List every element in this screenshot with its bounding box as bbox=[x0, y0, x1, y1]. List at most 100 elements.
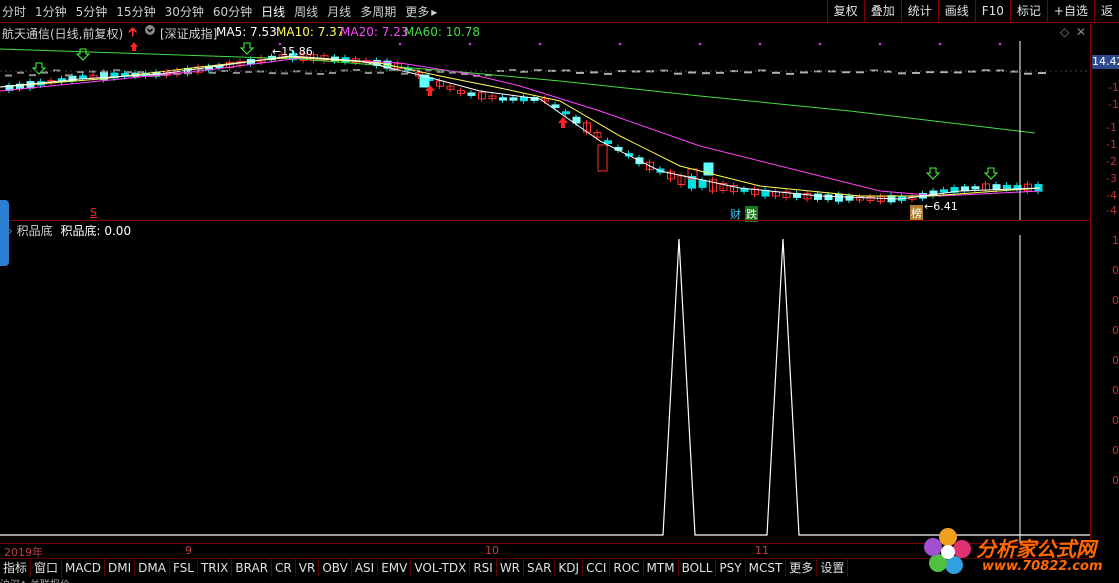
indicator-tab-0[interactable]: 指标 bbox=[0, 559, 32, 577]
candle bbox=[597, 144, 608, 172]
period-tab-weekly[interactable]: 周线 bbox=[294, 3, 318, 20]
candle bbox=[572, 116, 581, 124]
index-overlay-bar bbox=[856, 71, 864, 74]
date-label: 9 bbox=[185, 544, 192, 557]
period-tab-5min[interactable]: 5分钟 bbox=[76, 3, 108, 20]
indicator-tab-24[interactable]: 更多 bbox=[786, 559, 818, 577]
indicator-tab-17[interactable]: KDJ bbox=[555, 559, 584, 577]
index-overlay-bar bbox=[688, 71, 696, 74]
candle bbox=[971, 186, 980, 190]
indicator-tab-12[interactable]: EMV bbox=[378, 559, 412, 577]
indicator-tab-19[interactable]: ROC bbox=[610, 559, 644, 577]
toolbar-actions: 复权 叠加 统计 画线 F10 标记 +自选 返 bbox=[826, 0, 1119, 22]
indicator-tab-2[interactable]: MACD bbox=[62, 559, 106, 577]
period-tab-monthly[interactable]: 月线 bbox=[327, 3, 351, 20]
period-tab-30min[interactable]: 30分钟 bbox=[165, 3, 204, 20]
index-overlay-bar bbox=[17, 71, 24, 74]
sell-arrow-icon bbox=[925, 167, 941, 180]
overlay-button[interactable]: 叠加 bbox=[863, 0, 901, 22]
candle bbox=[824, 194, 833, 201]
indicator-tab-23[interactable]: MCST bbox=[746, 559, 787, 577]
period-tabs: 分时 1分钟 5分钟 15分钟 30分钟 60分钟 日线 周线 月线 多周期 更… bbox=[2, 0, 446, 22]
indicator-tab-3[interactable]: DMI bbox=[105, 559, 136, 577]
indicator-tab-10[interactable]: OBV bbox=[319, 559, 352, 577]
index-overlay-bar bbox=[5, 74, 12, 77]
marker-dot bbox=[818, 42, 822, 46]
marker-dot bbox=[698, 42, 702, 46]
sell-arrow-icon bbox=[75, 48, 91, 61]
index-overlay-bar bbox=[1024, 72, 1032, 75]
indicator-tab-13[interactable]: VOL-TDX bbox=[411, 559, 471, 577]
indicator-tab-9[interactable]: VR bbox=[296, 559, 320, 577]
add-watchlist-button[interactable]: +自选 bbox=[1046, 0, 1094, 22]
period-tab-fenshi[interactable]: 分时 bbox=[2, 3, 26, 20]
dropdown-circle-icon[interactable] bbox=[144, 24, 156, 39]
indicator-tab-14[interactable]: RSI bbox=[470, 559, 497, 577]
indicator-tab-16[interactable]: SAR bbox=[524, 559, 556, 577]
draw-line-button[interactable]: 画线 bbox=[937, 0, 975, 22]
candlestick-chart[interactable] bbox=[0, 41, 1090, 220]
candle bbox=[551, 104, 560, 108]
indicator-chart[interactable] bbox=[0, 221, 1090, 543]
ma60-label: MA60: 10.78 bbox=[404, 25, 481, 39]
index-overlay-bar bbox=[1038, 72, 1046, 75]
date-label: 11 bbox=[755, 544, 769, 557]
ma5-label: MA5: 7.53 bbox=[216, 25, 277, 39]
indicator-tab-11[interactable]: ASI bbox=[352, 559, 379, 577]
fuquan-button[interactable]: 复权 bbox=[826, 0, 864, 22]
index-overlay-bar bbox=[772, 71, 780, 74]
indicator-axis-tick: 0 bbox=[1112, 324, 1119, 337]
buy-arrow-icon bbox=[558, 117, 568, 128]
index-name[interactable]: [深证成指] bbox=[160, 25, 217, 42]
indicator-tab-4[interactable]: DMA bbox=[135, 559, 170, 577]
indicator-tab-7[interactable]: BRAR bbox=[232, 559, 273, 577]
indicator-tab-1[interactable]: 窗口 bbox=[31, 559, 63, 577]
marker-dot bbox=[618, 42, 622, 46]
period-tab-multi[interactable]: 多周期 bbox=[360, 3, 396, 20]
indicator-tab-25[interactable]: 设置 bbox=[817, 559, 849, 577]
candle bbox=[940, 189, 948, 193]
price-axis-tick: -1 bbox=[1106, 121, 1117, 134]
index-overlay-bar bbox=[786, 72, 794, 75]
close-icon[interactable]: ✕ bbox=[1076, 25, 1086, 39]
candle bbox=[467, 92, 476, 96]
indicator-tab-8[interactable]: CR bbox=[272, 559, 296, 577]
chart-info-bar: 航天通信(日线,前复权) 🡱 [深证成指] MA5: 7.53 MA10: 7.… bbox=[0, 23, 1090, 41]
indicator-tab-22[interactable]: PSY bbox=[716, 559, 746, 577]
period-tab-60min[interactable]: 60分钟 bbox=[213, 3, 252, 20]
price-axis-tick: -3 bbox=[1106, 172, 1117, 185]
period-tab-more[interactable]: 更多 ▸ bbox=[405, 3, 437, 20]
indicator-tab-20[interactable]: MTM bbox=[644, 559, 679, 577]
flower-logo-icon bbox=[924, 528, 971, 574]
indicator-axis-tick: 0 bbox=[1112, 414, 1119, 427]
period-tab-1min[interactable]: 1分钟 bbox=[35, 3, 67, 20]
period-tab-15min[interactable]: 15分钟 bbox=[116, 3, 155, 20]
indicator-tab-18[interactable]: CCI bbox=[583, 559, 611, 577]
logo-text: 分析家公式网 bbox=[976, 537, 1096, 561]
mark-button[interactable]: 标记 bbox=[1009, 0, 1047, 22]
index-overlay-bar bbox=[800, 71, 808, 74]
indicator-line bbox=[0, 238, 1090, 536]
back-button[interactable]: 返 bbox=[1093, 0, 1119, 22]
indicator-tab-21[interactable]: BOLL bbox=[679, 559, 717, 577]
index-overlay-bar bbox=[842, 71, 850, 74]
indicator-tab-6[interactable]: TRIX bbox=[198, 559, 233, 577]
rank-badge[interactable]: 榜 bbox=[910, 205, 923, 221]
candle bbox=[499, 97, 507, 101]
candle bbox=[814, 193, 822, 200]
indicator-tab-15[interactable]: WR bbox=[497, 559, 525, 577]
price-axis-tick: -4 bbox=[1106, 189, 1117, 202]
stats-button[interactable]: 统计 bbox=[900, 0, 938, 22]
index-overlay-bar bbox=[305, 72, 312, 75]
period-tab-daily[interactable]: 日线 bbox=[261, 3, 285, 20]
diamond-icon[interactable]: ◇ bbox=[1060, 25, 1069, 39]
f10-button[interactable]: F10 bbox=[974, 0, 1010, 22]
indicator-tab-5[interactable]: FSL bbox=[170, 559, 198, 577]
index-overlay-bar bbox=[29, 74, 36, 77]
index-overlay-bar bbox=[377, 71, 384, 74]
buy-arrow-icon bbox=[130, 42, 138, 51]
candle bbox=[509, 97, 518, 101]
index-overlay-bar bbox=[317, 72, 324, 75]
candle bbox=[604, 140, 612, 145]
marker-dot bbox=[538, 42, 542, 46]
